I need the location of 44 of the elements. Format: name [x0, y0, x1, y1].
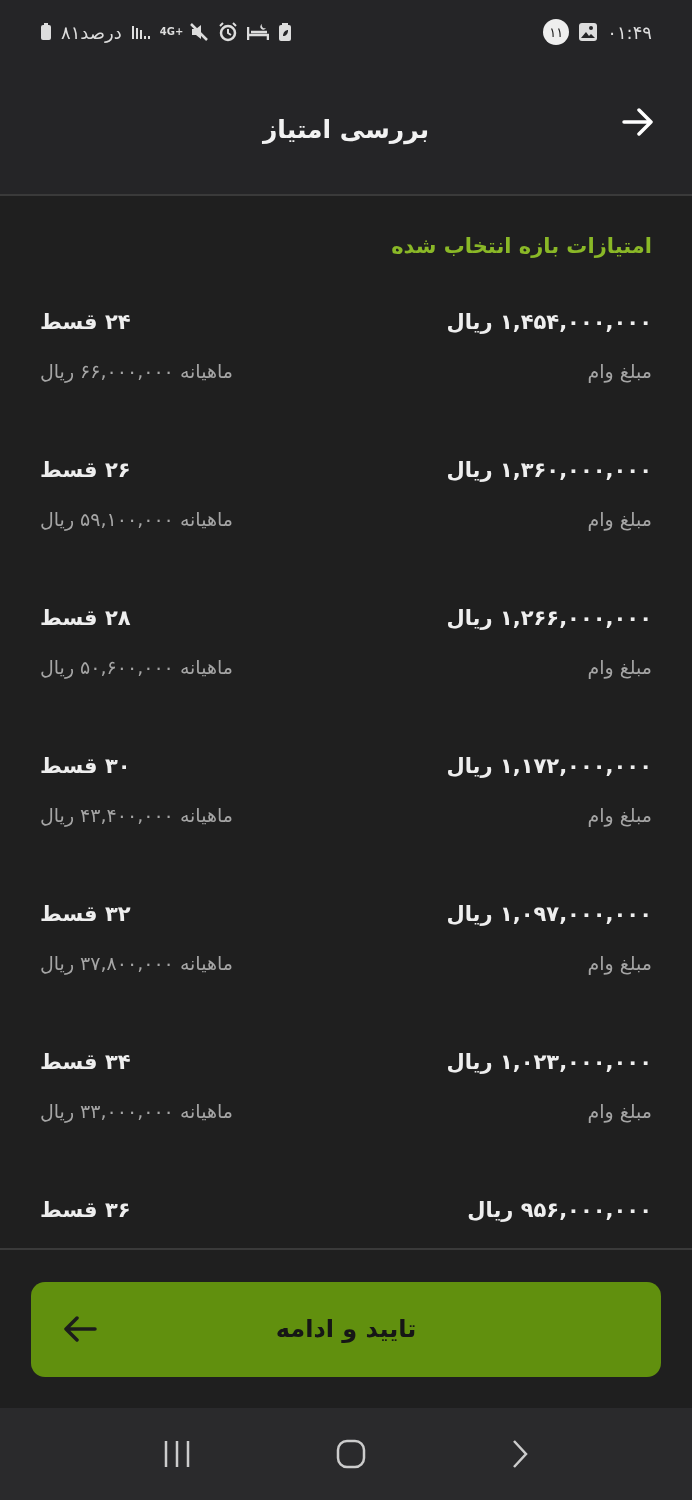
loan-amount: ۱,۰۲۳,۰۰۰,۰۰۰ ریال [446, 1050, 652, 1074]
back-arrow-icon[interactable] [622, 108, 654, 136]
amount-label: مبلغ وام [587, 804, 652, 826]
installment-count: ۳۰ قسط [40, 754, 131, 778]
confirm-button[interactable]: تایید و ادامه [31, 1281, 661, 1377]
notification-badge: ۱۱ [543, 19, 570, 45]
loan-amount: ۱,۱۷۲,۰۰۰,۰۰۰ ریال [446, 754, 652, 778]
installment-count: ۳۲ قسط [40, 902, 131, 926]
amount-label: مبلغ وام [587, 360, 652, 382]
battery-saver-icon [277, 22, 292, 42]
installment-count: ۳۶ قسط [40, 1198, 131, 1222]
monthly-payment: ماهیانه ۵۰,۶۰۰,۰۰۰ ریال [40, 656, 233, 678]
monthly-payment: ماهیانه ۶۶,۰۰۰,۰۰۰ ریال [40, 360, 233, 382]
monthly-payment: ماهیانه ۳۳,۰۰۰,۰۰۰ ریال [40, 1100, 233, 1122]
loan-amount: ۱,۴۵۴,۰۰۰,۰۰۰ ریال [446, 310, 652, 334]
signal-icon [130, 24, 151, 40]
recent-apps-icon[interactable] [162, 1440, 192, 1468]
alarm-icon [217, 22, 238, 42]
amount-label: مبلغ وام [587, 508, 652, 530]
installment-count: ۳۴ قسط [40, 1050, 131, 1074]
installment-count: ۲۸ قسط [40, 606, 131, 630]
amount-label: مبلغ وام [587, 1100, 652, 1122]
amount-label: مبلغ وام [587, 656, 652, 678]
clock-text: ۰۱:۴۹ [607, 21, 652, 43]
section-title: امتیازات بازه انتخاب شده [390, 234, 652, 258]
loan-amount: ۹۵۶,۰۰۰,۰۰۰ ریال [467, 1198, 652, 1222]
monthly-payment: ماهیانه ۳۷,۸۰۰,۰۰۰ ریال [40, 952, 233, 974]
loan-amount: ۱,۰۹۷,۰۰۰,۰۰۰ ریال [446, 902, 652, 926]
back-nav-icon[interactable] [510, 1439, 530, 1469]
amount-label: مبلغ وام [587, 952, 652, 974]
monthly-payment: ماهیانه ۵۹,۱۰۰,۰۰۰ ریال [40, 508, 233, 530]
image-icon [578, 22, 599, 42]
loan-amount: ۱,۳۶۰,۰۰۰,۰۰۰ ریال [446, 458, 652, 482]
loan-amount: ۱,۲۶۶,۰۰۰,۰۰۰ ریال [446, 606, 652, 630]
bed-icon [246, 23, 269, 41]
installment-count: ۲۴ قسط [40, 310, 131, 334]
home-nav-icon[interactable] [336, 1439, 366, 1469]
mute-icon [188, 22, 209, 42]
installment-count: ۲۶ قسط [40, 458, 131, 482]
page-title: بررسی امتیاز [262, 114, 430, 144]
battery-text: ۸۱درصد [61, 21, 122, 43]
monthly-payment: ماهیانه ۴۳,۴۰۰,۰۰۰ ریال [40, 804, 233, 826]
battery-icon [40, 23, 52, 41]
arrow-left-icon [63, 1315, 97, 1342]
